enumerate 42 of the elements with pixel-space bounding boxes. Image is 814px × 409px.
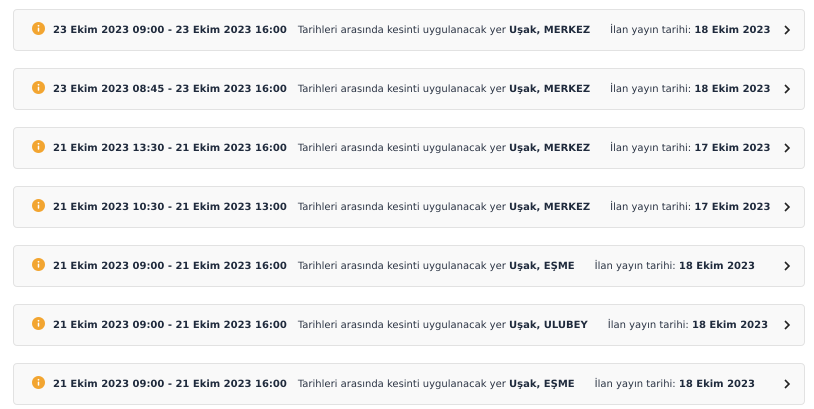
info-icon [32,22,45,34]
outage-card[interactable]: 21 Ekim 2023 13:30 - 21 Ekim 2023 16:00 Tarihleri arasında kesinti uygulanacak yer Uşak, MERKEZ İlan yayın tarihi: 17 Ekim 2023 [13,127,805,169]
publish-date: İlan yayın tarihi: 18 Ekim 2023 [594,378,755,390]
chevron-right-icon [782,379,792,389]
chevron-right-icon [782,261,792,271]
info-icon [32,80,45,94]
outage-period: 21 Ekim 2023 10:30 - 21 Ekim 2023 13:00 [53,202,287,212]
outage-location: Tarihleri arasında kesinti uygulanacak yer Uşak, MERKEZ [298,84,590,94]
outage-period: 21 Ekim 2023 09:00 - 21 Ekim 2023 16:00 [53,378,287,390]
outage-location: Tarihleri arasında kesinti uygulanacak yer Uşak, MERKEZ [298,24,590,36]
outage-card[interactable]: 23 Ekim 2023 09:00 - 23 Ekim 2023 16:00 Tarihleri arasında kesinti uygulanacak yer Uşak, MERKEZ İlan yayın tarihi: 18 Ekim 2023 [13,9,805,51]
publish-date: İlan yayın tarihi: 17 Ekim 2023 [610,202,770,212]
outage-period: 21 Ekim 2023 09:00 - 21 Ekim 2023 16:00 [53,260,287,272]
info-icon [32,316,45,330]
outage-card[interactable]: 21 Ekim 2023 10:30 - 21 Ekim 2023 13:00 Tarihleri arasında kesinti uygulanacak yer Uşak, MERKEZ İlan yayın tarihi: 17 Ekim 2023 [13,186,805,228]
chevron-right-icon [782,84,792,94]
publish-date: İlan yayın tarihi: 18 Ekim 2023 [610,24,770,36]
info-icon [32,376,45,388]
chevron-right-icon [782,25,792,35]
outage-period: 23 Ekim 2023 09:00 - 23 Ekim 2023 16:00 [53,24,287,36]
outage-period: 21 Ekim 2023 09:00 - 21 Ekim 2023 16:00 [53,320,287,330]
outage-card[interactable]: 21 Ekim 2023 09:00 - 21 Ekim 2023 16:00 Tarihleri arasında kesinti uygulanacak yer Uşak, EŞME İlan yayın tarihi: 18 Ekim 2023 [13,245,805,287]
info-icon [32,198,45,212]
outage-period: 23 Ekim 2023 08:45 - 23 Ekim 2023 16:00 [53,84,287,94]
publish-date: İlan yayın tarihi: 18 Ekim 2023 [608,320,768,330]
outage-location: Tarihleri arasında kesinti uygulanacak yer Uşak, ULUBEY [298,320,588,330]
chevron-right-icon [782,202,792,212]
publish-date: İlan yayın tarihi: 18 Ekim 2023 [594,260,755,272]
chevron-right-icon [782,320,792,330]
outage-location: Tarihleri arasında kesinti uygulanacak yer Uşak, MERKEZ [298,142,590,154]
outage-location: Tarihleri arasında kesinti uygulanacak yer Uşak, MERKEZ [298,202,590,212]
outage-location: Tarihleri arasında kesinti uygulanacak yer Uşak, EŞME [298,260,575,272]
outage-period: 21 Ekim 2023 13:30 - 21 Ekim 2023 16:00 [53,142,287,154]
publish-date: İlan yayın tarihi: 17 Ekim 2023 [610,142,770,154]
publish-date: İlan yayın tarihi: 18 Ekim 2023 [610,84,770,94]
chevron-right-icon [782,143,792,153]
info-icon [32,140,45,152]
outage-location: Tarihleri arasında kesinti uygulanacak yer Uşak, EŞME [298,378,575,390]
outage-card[interactable]: 23 Ekim 2023 08:45 - 23 Ekim 2023 16:00 Tarihleri arasında kesinti uygulanacak yer Uşak, MERKEZ İlan yayın tarihi: 18 Ekim 2023 [13,68,805,110]
info-icon [32,258,45,270]
outage-card[interactable]: 21 Ekim 2023 09:00 - 21 Ekim 2023 16:00 Tarihleri arasında kesinti uygulanacak yer Uşak, ULUBEY İlan yayın tarihi: 18 Ekim 2023 [13,304,805,346]
outage-card[interactable]: 21 Ekim 2023 09:00 - 21 Ekim 2023 16:00 Tarihleri arasında kesinti uygulanacak yer Uşak, EŞME İlan yayın tarihi: 18 Ekim 2023 [13,363,805,405]
